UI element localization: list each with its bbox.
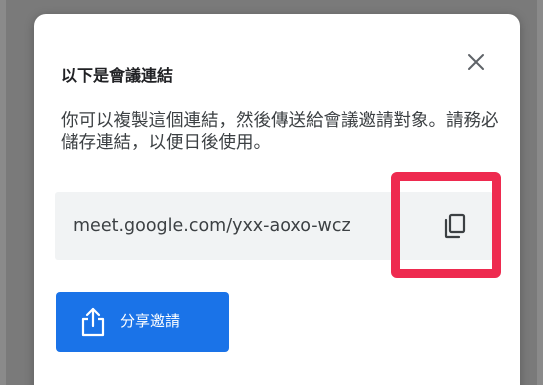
close-icon bbox=[468, 54, 484, 70]
backdrop-right bbox=[537, 0, 543, 385]
backdrop-left bbox=[0, 0, 6, 385]
meeting-link-text: meet.google.com/yxx-aoxo-wcz bbox=[73, 216, 351, 236]
share-invitation-button[interactable]: 分享邀請 bbox=[56, 292, 229, 352]
share-button-label: 分享邀請 bbox=[120, 312, 181, 330]
dialog-description: 你可以複製這個連結，然後傳送給會議邀請對象。請務必儲存連結，以便日後使用。 bbox=[61, 111, 499, 153]
dialog-title: 以下是會議連結 bbox=[61, 66, 174, 85]
copy-icon bbox=[444, 213, 466, 239]
meeting-link-box: meet.google.com/yxx-aoxo-wcz bbox=[55, 192, 493, 260]
close-button[interactable] bbox=[462, 48, 490, 76]
meeting-link-dialog: 以下是會議連結 你可以複製這個連結，然後傳送給會議邀請對象。請務必儲存連結，以便… bbox=[34, 14, 520, 385]
share-icon bbox=[81, 307, 105, 337]
copy-link-button[interactable] bbox=[417, 192, 493, 260]
